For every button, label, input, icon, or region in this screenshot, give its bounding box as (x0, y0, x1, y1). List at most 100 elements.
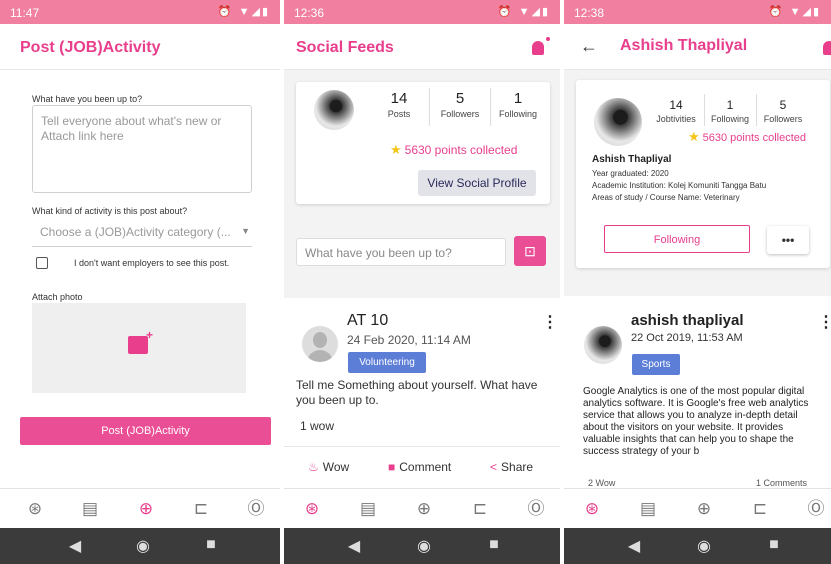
share-icon: < (490, 460, 498, 474)
back-icon[interactable]: ◀ (65, 536, 85, 556)
divider (284, 446, 560, 447)
social-feeds-screen: 12:36 ⏰ ▼◢▮ Social Feeds 14 Posts 5 Foll… (284, 0, 560, 564)
share-label: Share (501, 460, 534, 474)
stat-label: Following (710, 114, 750, 124)
hide-from-employers-checkbox[interactable] (36, 257, 48, 269)
briefcase-icon[interactable]: ⊏ (191, 499, 211, 519)
points-collected: ★ 5630 points collected (390, 142, 517, 158)
dashboard-icon[interactable]: ⊛ (25, 499, 45, 519)
view-social-profile-button[interactable]: View Social Profile (418, 170, 536, 196)
document-icon[interactable]: ▤ (80, 499, 100, 519)
more-options-icon[interactable]: ⋮ (542, 312, 558, 332)
profile-icon[interactable]: Ⓞ (806, 499, 826, 519)
system-nav-bar: ◀ ◉ ■ (284, 528, 560, 564)
hide-from-employers-label: I don't want employers to see this post. (74, 258, 230, 268)
app-bar: Social Feeds (284, 24, 560, 70)
camera-icon[interactable]: ⊡ (514, 236, 546, 266)
home-icon[interactable]: ◉ (133, 536, 153, 556)
author-avatar (302, 326, 338, 362)
wow-button[interactable]: ♨ Wow (308, 460, 349, 474)
post-body: Google Analytics is one of the most popu… (583, 386, 809, 457)
feed-post: AT 10 24 Feb 2020, 11:14 AM ⋮ Volunteeri… (284, 298, 560, 488)
profile-card: 14 Jobtivities 1 Following 5 Followers ★… (576, 80, 830, 268)
dashboard-icon[interactable]: ⊛ (582, 499, 602, 519)
back-arrow-icon[interactable]: ← (580, 36, 598, 57)
status-input[interactable]: What have you been up to? (296, 238, 506, 266)
points-text: 5630 points collected (404, 143, 518, 157)
attach-photo-label: Attach photo (32, 292, 83, 302)
add-photo-icon (128, 328, 153, 354)
wow-count: 2 Wow (588, 478, 616, 488)
activity-question-label: What have you been up to? (32, 94, 143, 104)
back-icon[interactable]: ◀ (344, 536, 364, 556)
stat-label: Jobtivities (656, 114, 696, 124)
status-time: 12:38 (574, 6, 605, 20)
comment-icon: ■ (388, 460, 396, 474)
notification-bell-icon[interactable] (823, 41, 831, 55)
stat-value: 14 (390, 90, 408, 107)
briefcase-icon[interactable]: ⊏ (470, 499, 490, 519)
wow-count: 1 wow (300, 419, 335, 433)
recents-icon[interactable]: ■ (484, 536, 504, 554)
recents-icon[interactable]: ■ (764, 536, 784, 554)
add-circle-icon[interactable]: ⊕ (136, 499, 156, 519)
app-bar: ← Ashish Thapliyal (564, 24, 831, 70)
status-time: 12:36 (294, 6, 325, 20)
share-button[interactable]: < Share (490, 460, 533, 474)
star-icon: ★ (688, 129, 700, 144)
home-icon[interactable]: ◉ (414, 536, 434, 556)
following-button[interactable]: Following (604, 225, 750, 253)
add-circle-icon[interactable]: ⊕ (694, 499, 714, 519)
category-question-label: What kind of activity is this post about… (32, 206, 188, 216)
post-author: AT 10 (347, 312, 389, 329)
profile-screen: 12:38 ⏰ ▼◢▮ ← Ashish Thapliyal 14 Jobtiv… (564, 0, 831, 564)
add-circle-icon[interactable]: ⊕ (414, 499, 434, 519)
comment-count: 1 Comments (756, 478, 808, 488)
bottom-nav: ⊛ ▤ ⊕ ⊏ Ⓞ (284, 488, 560, 528)
stat-followers: 5 Followers (430, 90, 490, 119)
more-options-button[interactable]: ••• (767, 226, 809, 254)
stat-label: Followers (440, 109, 480, 119)
stat-jobtivities: 14 Jobtivities (648, 98, 704, 124)
post-time: 22 Oct 2019, 11:53 AM (631, 332, 743, 344)
stat-label: Following (498, 109, 538, 119)
recents-icon[interactable]: ■ (201, 536, 221, 554)
comment-label: Comment (399, 460, 452, 474)
document-icon[interactable]: ▤ (358, 499, 378, 519)
stat-value: 5 (779, 98, 787, 112)
app-bar: Post (JOB)Activity (0, 24, 280, 70)
notification-bell-icon[interactable] (532, 37, 550, 55)
status-icons: ⏰ ▼◢▮ (768, 6, 821, 18)
stat-label: Followers (763, 114, 803, 124)
wow-label: Wow (322, 460, 350, 474)
post-activity-button[interactable]: Post (JOB)Activity (20, 417, 271, 445)
attach-photo-area[interactable] (32, 303, 246, 393)
activity-tag: Sports (632, 354, 680, 375)
dashboard-icon[interactable]: ⊛ (302, 499, 322, 519)
briefcase-icon[interactable]: ⊏ (750, 499, 770, 519)
stat-followers: 5 Followers (757, 98, 809, 124)
back-icon[interactable]: ◀ (624, 536, 644, 556)
post-time: 24 Feb 2020, 11:14 AM (347, 333, 471, 347)
home-icon[interactable]: ◉ (694, 536, 714, 556)
status-bar: 12:36 ⏰ ▼◢▮ (284, 0, 560, 24)
star-icon: ★ (390, 142, 402, 157)
status-bar: 11:47 ⏰ ▼◢▮ (0, 0, 280, 24)
academic-institution: Academic Institution: Kolej Komuniti Tan… (592, 181, 767, 190)
system-nav-bar: ◀ ◉ ■ (564, 528, 831, 564)
profile-icon[interactable]: Ⓞ (246, 499, 266, 519)
profile-icon[interactable]: Ⓞ (526, 499, 546, 519)
wow-icon: ♨ (308, 460, 319, 474)
graduation-year: Year graduated: 2020 (592, 169, 669, 178)
system-nav-bar: ◀ ◉ ■ (0, 528, 280, 564)
stat-value: 1 (726, 98, 734, 112)
feed-post: ashish thapliyal 22 Oct 2019, 11:53 AM ⋮… (564, 296, 831, 488)
category-select[interactable]: Choose a (JOB)Activity category (... ▼ (32, 219, 252, 247)
document-icon[interactable]: ▤ (638, 499, 658, 519)
comment-button[interactable]: ■ Comment (388, 460, 451, 474)
activity-text-input[interactable]: Tell everyone about what's new or Attach… (32, 105, 252, 193)
study-area: Areas of study / Course Name: Veterinary (592, 193, 740, 202)
stat-posts: 14 Posts (372, 90, 426, 119)
more-options-icon[interactable]: ⋮ (818, 312, 831, 332)
status-icons: ⏰ ▼◢▮ (497, 6, 550, 18)
